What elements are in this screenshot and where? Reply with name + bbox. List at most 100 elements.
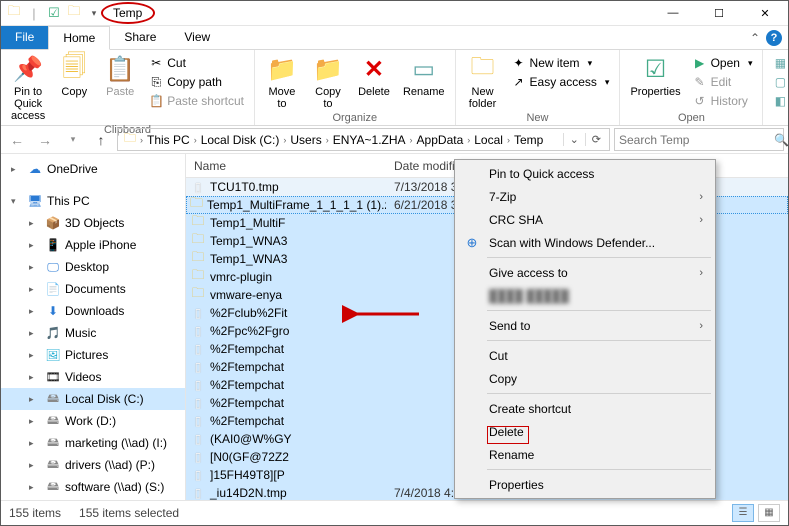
ctx-give-access[interactable]: Give access to› xyxy=(457,261,713,284)
cut-button[interactable]: ✂Cut xyxy=(145,54,248,72)
history-icon: ↺ xyxy=(693,94,707,108)
select-all-button[interactable]: ▦Select all xyxy=(769,54,789,72)
copy-to-button[interactable]: 📁Copy to xyxy=(307,52,349,110)
search-icon[interactable]: 🔍 xyxy=(774,133,789,147)
ctx-cut[interactable]: Cut xyxy=(457,344,713,367)
file-name: %2Ftempchat xyxy=(210,414,284,428)
ctx-separator xyxy=(487,340,711,341)
breadcrumb-seg[interactable]: Local Disk (C:) xyxy=(197,133,284,147)
properties-qat-icon[interactable]: ☑ xyxy=(45,4,63,22)
minimize-button[interactable]: — xyxy=(650,1,696,26)
qat-dropdown-icon[interactable]: ▾ xyxy=(85,4,103,22)
tree-downloads[interactable]: ▸⬇Downloads xyxy=(1,300,185,322)
ribbon: 📌Pin to Quick access 🗐Copy 📋Paste ✂Cut ⎘… xyxy=(1,50,788,126)
ribbon-group-select: ▦Select all ▢Select none ◧Invert selecti… xyxy=(763,50,789,125)
tree-desktop[interactable]: ▸🖵Desktop xyxy=(1,256,185,278)
search-input[interactable] xyxy=(619,133,774,147)
folder-icon: 🗀 xyxy=(5,4,23,22)
close-button[interactable]: ✕ xyxy=(742,1,788,26)
properties-icon: ☑ xyxy=(645,54,667,84)
easy-access-icon: ↗ xyxy=(512,75,526,89)
pin-quick-access-button[interactable]: 📌Pin to Quick access xyxy=(7,52,49,122)
group-label: New xyxy=(526,110,548,126)
rename-button[interactable]: ▭Rename xyxy=(399,52,449,98)
tree-local-disk[interactable]: ▸🖴Local Disk (C:) xyxy=(1,388,185,410)
collapse-ribbon-icon[interactable]: ⌃ xyxy=(750,31,760,45)
delete-button[interactable]: ✕Delete xyxy=(353,52,395,98)
view-large-button[interactable]: ▦ xyxy=(758,504,780,522)
new-folder-button[interactable]: 🗀New folder xyxy=(462,52,504,110)
address-bar-row: ← → ▾ ↑ 🗀› This PC› Local Disk (C:)› Use… xyxy=(1,126,788,154)
nav-back-button[interactable]: ← xyxy=(5,128,29,152)
tab-home[interactable]: Home xyxy=(48,26,110,50)
file-icon: ▯ xyxy=(190,360,206,374)
breadcrumb-seg[interactable]: Users xyxy=(286,133,325,147)
copy-path-button[interactable]: ⎘Copy path xyxy=(145,73,248,91)
tree-pictures[interactable]: ▸🖼Pictures xyxy=(1,344,185,366)
ctx-rename[interactable]: Rename xyxy=(457,443,713,466)
col-name[interactable]: Name xyxy=(186,159,386,173)
file-name: Temp1_MultiF xyxy=(210,216,285,230)
easy-access-button[interactable]: ↗Easy access▾ xyxy=(508,73,614,91)
properties-button[interactable]: ☑Properties xyxy=(626,52,684,98)
ctx-delete[interactable]: Delete xyxy=(457,420,713,443)
tree-videos[interactable]: ▸🎞Videos xyxy=(1,366,185,388)
tree-this-pc[interactable]: ▾🖥This PC xyxy=(1,190,185,212)
ctx-pin[interactable]: Pin to Quick access xyxy=(457,162,713,185)
ctx-send-to[interactable]: Send to› xyxy=(457,314,713,337)
ctx-properties[interactable]: Properties xyxy=(457,473,713,496)
ctx-crc[interactable]: CRC SHA› xyxy=(457,208,713,231)
ctx-blurred-item[interactable]: ████ █████ xyxy=(457,284,713,307)
ctx-separator xyxy=(487,257,711,258)
tab-share[interactable]: Share xyxy=(110,26,170,49)
paste-shortcut-icon: 📋 xyxy=(149,94,163,108)
new-item-button[interactable]: ✦New item▾ xyxy=(508,54,614,72)
tree-software[interactable]: ▸🖴software (\\ad) (S:) xyxy=(1,476,185,498)
edit-icon: ✎ xyxy=(693,75,707,89)
tree-work[interactable]: ▸🖴Work (D:) xyxy=(1,410,185,432)
view-details-button[interactable]: ☰ xyxy=(732,504,754,522)
tree-onedrive[interactable]: ▸☁OneDrive xyxy=(1,158,185,180)
ctx-copy[interactable]: Copy xyxy=(457,367,713,390)
breadcrumb[interactable]: 🗀› This PC› Local Disk (C:)› Users› ENYA… xyxy=(117,128,610,151)
maximize-button[interactable]: ☐ xyxy=(696,1,742,26)
tree-iphone[interactable]: ▸📱Apple iPhone xyxy=(1,234,185,256)
file-name: %2Fclub%2Fit xyxy=(210,306,287,320)
file-icon: ▯ xyxy=(190,414,206,428)
move-to-button[interactable]: 📁Move to xyxy=(261,52,303,110)
breadcrumb-seg[interactable]: Local xyxy=(470,133,507,147)
breadcrumb-seg[interactable]: Temp xyxy=(510,133,547,147)
ctx-create-shortcut[interactable]: Create shortcut xyxy=(457,397,713,420)
breadcrumb-seg[interactable]: ENYA~1.ZHA xyxy=(329,133,410,147)
select-none-button[interactable]: ▢Select none xyxy=(769,73,789,91)
nav-recent-dropdown[interactable]: ▾ xyxy=(61,128,85,152)
tab-view[interactable]: View xyxy=(170,26,224,49)
tree-public[interactable]: ▸🖴public (\\ad) (T:) xyxy=(1,498,185,500)
tree-3d-objects[interactable]: ▸📦3D Objects xyxy=(1,212,185,234)
tree-music[interactable]: ▸🎵Music xyxy=(1,322,185,344)
tab-file[interactable]: File xyxy=(1,26,48,49)
open-button[interactable]: ▶Open▾ xyxy=(689,54,757,72)
music-icon: 🎵 xyxy=(45,326,61,340)
search-box[interactable]: 🔍 xyxy=(614,128,784,151)
chevron-right-icon: › xyxy=(699,320,713,332)
new-folder-icon: 🗀 xyxy=(471,54,495,84)
tree-drivers[interactable]: ▸🖴drivers (\\ad) (P:) xyxy=(1,454,185,476)
tree-documents[interactable]: ▸📄Documents xyxy=(1,278,185,300)
pc-icon: 🖥 xyxy=(27,194,43,208)
help-icon[interactable]: ? xyxy=(766,30,782,46)
status-item-count: 155 items xyxy=(9,506,61,520)
breadcrumb-seg[interactable]: AppData xyxy=(413,133,468,147)
ctx-separator xyxy=(487,393,711,394)
ctx-defender[interactable]: ⊕Scan with Windows Defender... xyxy=(457,231,713,254)
breadcrumb-seg[interactable]: This PC xyxy=(143,133,194,147)
invert-selection-button[interactable]: ◧Invert selection xyxy=(769,92,789,110)
new-folder-qat-icon[interactable]: 🗀 xyxy=(65,4,83,22)
breadcrumb-folder-icon: 🗀 xyxy=(120,129,140,150)
refresh-icon[interactable]: ⟳ xyxy=(585,133,607,146)
copy-button[interactable]: 🗐Copy xyxy=(53,52,95,98)
tree-marketing[interactable]: ▸🖴marketing (\\ad) (I:) xyxy=(1,432,185,454)
nav-up-button[interactable]: ↑ xyxy=(89,128,113,152)
breadcrumb-dropdown-icon[interactable]: ⌄ xyxy=(563,133,585,146)
ctx-7zip[interactable]: 7-Zip› xyxy=(457,185,713,208)
